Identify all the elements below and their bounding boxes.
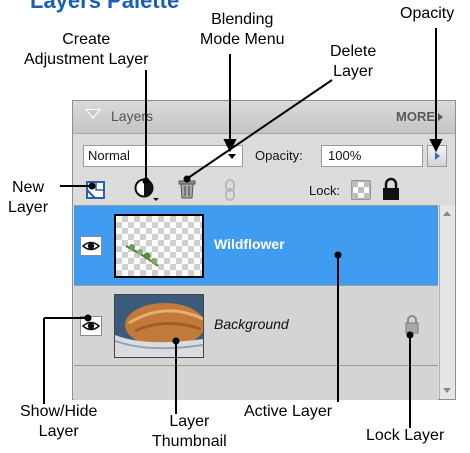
callout-leader-lines [43, 28, 443, 428]
